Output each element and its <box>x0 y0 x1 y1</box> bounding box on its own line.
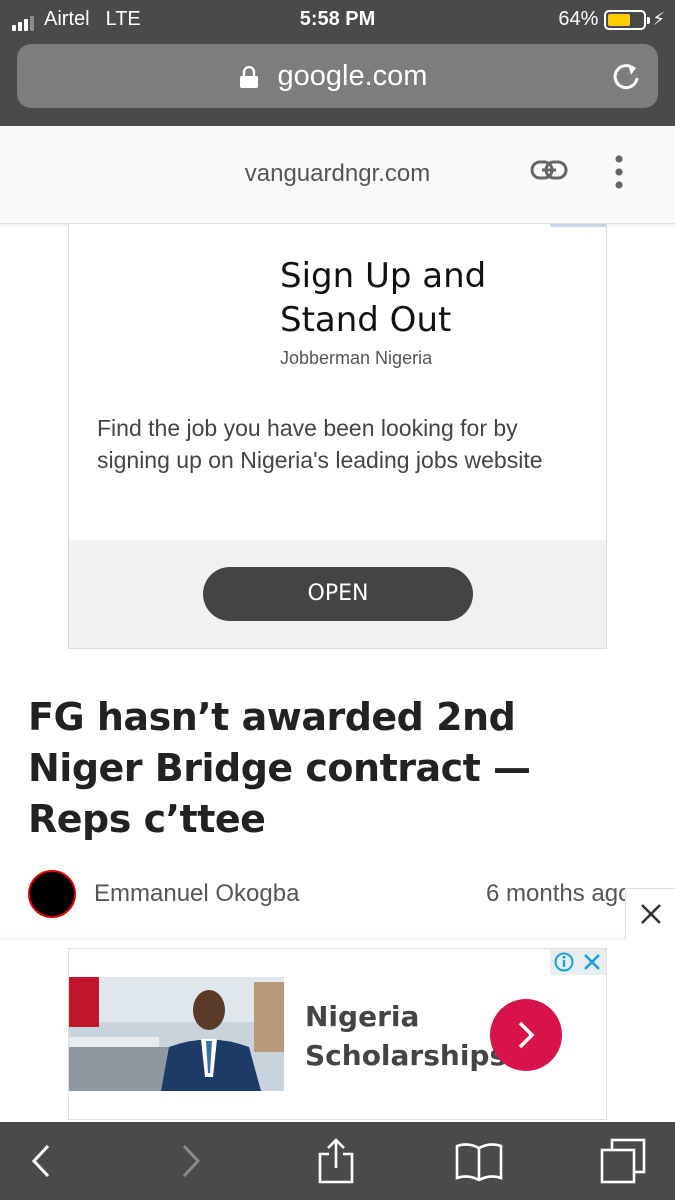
url-text: google.com <box>277 60 428 92</box>
ad-title: Sign Up and Stand Out <box>280 256 487 340</box>
open-button[interactable]: OPEN <box>203 567 473 621</box>
adchoices-badge[interactable] <box>550 949 606 975</box>
author-row: Emmanuel Okogba 6 months ago <box>28 870 648 918</box>
status-bar: Airtel LTE 5:58 PM 64% ⚡︎ <box>0 0 675 40</box>
amp-viewer-header: vanguardngr.com <box>0 126 675 224</box>
address-bar[interactable]: google.com <box>17 44 658 108</box>
reload-icon[interactable] <box>610 60 642 92</box>
jobberman-ad[interactable]: Sign Up and Stand Out Jobberman Nigeria … <box>68 224 607 649</box>
ad-image <box>69 977 284 1091</box>
article-headline: FG hasn’t awarded 2nd Niger Bridge contr… <box>28 695 531 841</box>
tabs-icon[interactable] <box>598 1136 650 1186</box>
post-time: 6 months ago <box>486 880 632 907</box>
chevron-right-icon <box>518 1021 535 1049</box>
close-icon <box>641 904 661 924</box>
ad-footer: OPEN <box>69 540 606 648</box>
ad2-headline: Nigeria Scholarships <box>305 1000 507 1072</box>
more-vertical-icon[interactable] <box>612 154 626 190</box>
browser-toolbar <box>0 1122 675 1200</box>
ad-description: Find the job you have been looking for b… <box>97 415 543 473</box>
forward-icon[interactable] <box>176 1136 206 1186</box>
back-icon[interactable] <box>26 1136 56 1186</box>
publisher-domain[interactable]: vanguardngr.com <box>0 160 675 188</box>
author-avatar <box>28 870 76 918</box>
charging-icon: ⚡︎ <box>652 9 665 29</box>
link-icon[interactable] <box>530 159 568 183</box>
ad-corner-strip <box>550 224 606 227</box>
browser-address-area: google.com <box>0 40 675 126</box>
status-right: 64% ⚡︎ <box>558 8 665 31</box>
sticky-ad-banner: Nigeria Scholarships <box>0 940 675 1122</box>
battery-percent: 64% <box>558 8 599 30</box>
ad-cta-button[interactable] <box>490 999 562 1071</box>
close-ad-icon[interactable] <box>582 952 602 972</box>
ad-sponsor: Jobberman Nigeria <box>280 348 433 368</box>
info-icon[interactable] <box>554 952 574 972</box>
author-name[interactable]: Emmanuel Okogba <box>94 880 299 908</box>
share-icon[interactable] <box>314 1136 358 1186</box>
battery-icon <box>604 9 651 30</box>
sticky-ad-close-button[interactable] <box>625 888 675 940</box>
scholarship-ad[interactable]: Nigeria Scholarships <box>68 948 607 1120</box>
battery-level <box>608 13 631 26</box>
bookmarks-icon[interactable] <box>452 1136 506 1186</box>
